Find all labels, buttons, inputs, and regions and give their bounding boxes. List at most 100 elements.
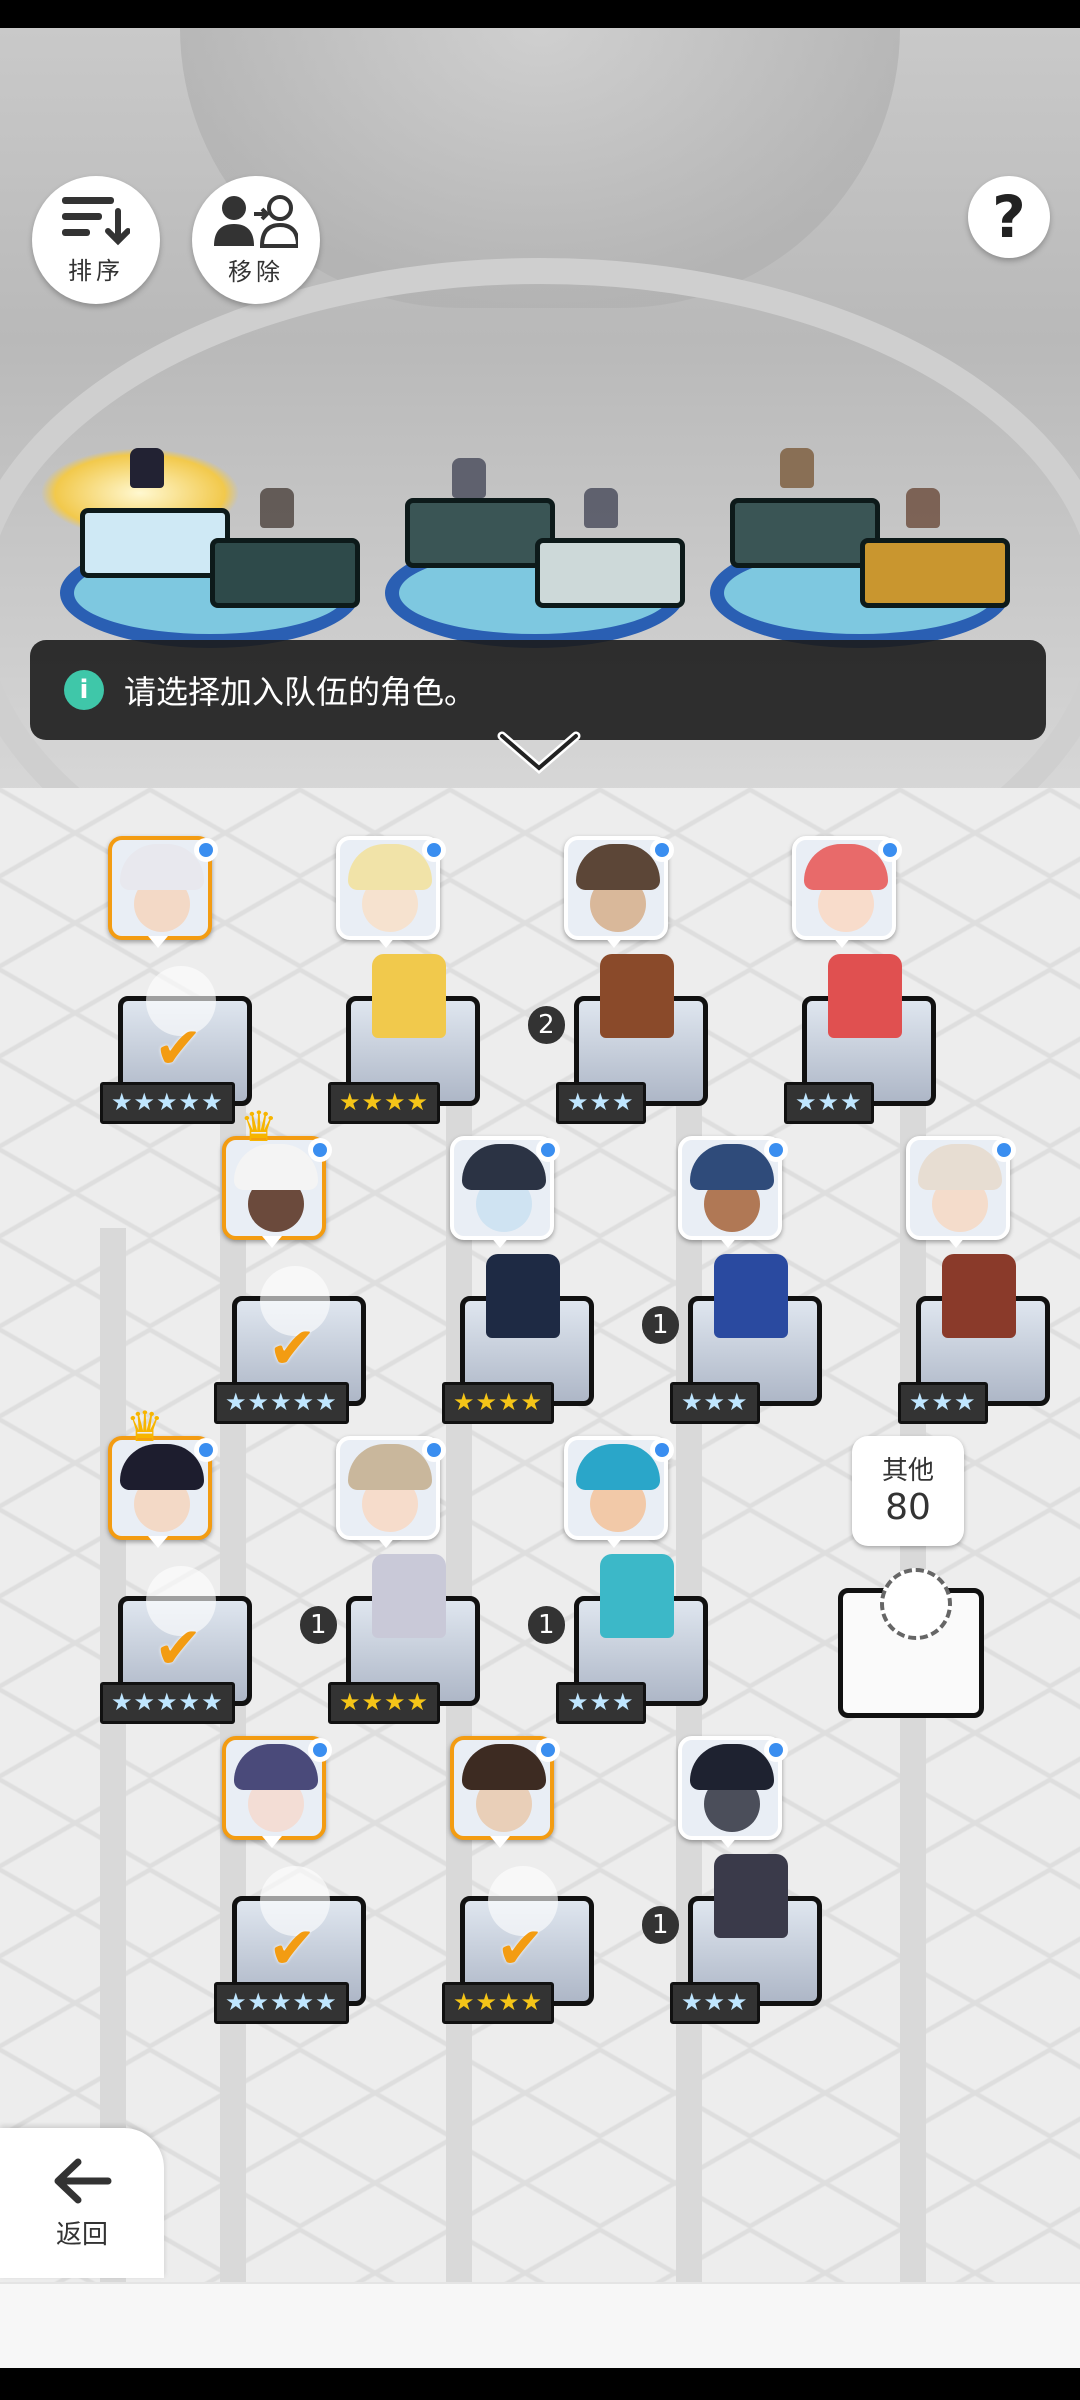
team-character-sprite bbox=[906, 488, 940, 528]
star-rating: ★★★★★ bbox=[214, 1982, 349, 2024]
character-sprite bbox=[372, 1554, 446, 1638]
info-icon: i bbox=[64, 670, 104, 710]
star-rating: ★★★ bbox=[670, 1382, 760, 1424]
team-platform bbox=[210, 538, 360, 608]
star-rating: ★★★★★ bbox=[214, 1382, 349, 1424]
team-character-sprite bbox=[130, 448, 164, 488]
sort-button[interactable]: 排序 bbox=[32, 176, 160, 304]
duplicate-count-badge: 1 bbox=[642, 1306, 679, 1344]
character-card[interactable]: 2 ★★★ bbox=[528, 836, 708, 1136]
character-sprite bbox=[486, 1254, 560, 1338]
portrait-hair bbox=[348, 844, 432, 890]
portrait-pointer bbox=[376, 936, 396, 948]
star-rating: ★★★ bbox=[670, 1982, 760, 2024]
portrait-hair bbox=[576, 844, 660, 890]
character-card[interactable]: ✔ ♛ ★★★★★ bbox=[204, 1102, 366, 1436]
new-badge-dot bbox=[650, 1438, 674, 1462]
character-card[interactable]: ✔ ♛ ★★★★★ bbox=[90, 1402, 252, 1736]
new-badge-dot bbox=[422, 1438, 446, 1462]
remove-button[interactable]: 移除 bbox=[192, 176, 320, 304]
portrait-pointer bbox=[604, 936, 624, 948]
star-rating: ★★★ bbox=[556, 1682, 646, 1724]
help-button[interactable]: ? bbox=[968, 176, 1050, 258]
bottom-bar bbox=[0, 2282, 1080, 2368]
character-sprite bbox=[714, 1854, 788, 1938]
character-card[interactable]: ✔ ★★★★★ bbox=[204, 1736, 366, 2036]
checkmark-icon: ✔ bbox=[268, 1914, 317, 1982]
character-card[interactable]: 1 ★★★ bbox=[642, 1136, 822, 1436]
portrait-pointer bbox=[718, 1836, 738, 1848]
sort-label: 排序 bbox=[68, 256, 124, 285]
new-badge-dot bbox=[536, 1138, 560, 1162]
team-character-sprite bbox=[452, 458, 486, 498]
portrait-hair bbox=[462, 1144, 546, 1190]
character-card[interactable]: ★★★★ bbox=[432, 1136, 594, 1436]
portrait-hair bbox=[690, 1744, 774, 1790]
star-rating: ★★★ bbox=[784, 1082, 874, 1124]
instruction-text: 请选择加入队伍的角色。 bbox=[124, 673, 477, 711]
new-badge-dot bbox=[308, 1738, 332, 1762]
new-badge-dot bbox=[878, 838, 902, 862]
team-platform bbox=[405, 498, 555, 568]
unknown-character-icon bbox=[880, 1568, 952, 1640]
sort-icon bbox=[62, 196, 130, 245]
character-sprite bbox=[828, 954, 902, 1038]
star-rating: ★★★★ bbox=[328, 1082, 441, 1124]
portrait-hair bbox=[120, 844, 204, 890]
chevron-down-icon[interactable] bbox=[494, 728, 584, 778]
duplicate-count-badge: 1 bbox=[300, 1606, 337, 1644]
arrow-left-icon bbox=[54, 2158, 112, 2203]
new-badge-dot bbox=[992, 1138, 1016, 1162]
portrait-hair bbox=[576, 1444, 660, 1490]
character-card[interactable]: 1 ★★★ bbox=[528, 1436, 708, 1736]
duplicate-count-badge: 1 bbox=[642, 1906, 679, 1944]
portrait-pointer bbox=[376, 1536, 396, 1548]
portrait-pointer bbox=[946, 1236, 966, 1248]
team-character-sprite bbox=[260, 488, 294, 528]
team-platform bbox=[730, 498, 880, 568]
team-platform bbox=[535, 538, 685, 608]
star-rating: ★★★ bbox=[556, 1082, 646, 1124]
new-badge-dot bbox=[308, 1138, 332, 1162]
star-rating: ★★★★★ bbox=[100, 1082, 235, 1124]
help-icon: ? bbox=[992, 183, 1026, 251]
character-card[interactable]: ✔ ★★★★★ bbox=[90, 836, 252, 1136]
portrait-hair bbox=[462, 1744, 546, 1790]
new-badge-dot bbox=[422, 838, 446, 862]
duplicate-count-badge: 1 bbox=[528, 1606, 565, 1644]
other-count: 80 bbox=[885, 1487, 931, 1528]
other-characters-bubble[interactable]: 其他 80 bbox=[852, 1436, 964, 1546]
checkmark-icon: ✔ bbox=[154, 1014, 203, 1082]
portrait-pointer bbox=[832, 936, 852, 948]
star-rating: ★★★★ bbox=[442, 1382, 555, 1424]
portrait-hair bbox=[234, 1744, 318, 1790]
portrait-hair bbox=[348, 1444, 432, 1490]
checkmark-icon: ✔ bbox=[154, 1614, 203, 1682]
character-card[interactable]: ★★★★ bbox=[318, 836, 480, 1136]
team-character-sprite bbox=[780, 448, 814, 488]
star-rating: ★★★★★ bbox=[100, 1682, 235, 1724]
portrait-hair bbox=[690, 1144, 774, 1190]
portrait-pointer bbox=[148, 936, 168, 948]
duplicate-count-badge: 2 bbox=[528, 1006, 565, 1044]
character-card[interactable]: ★★★ bbox=[888, 1136, 1050, 1436]
star-rating: ★★★★ bbox=[442, 1982, 555, 2024]
character-card[interactable]: ★★★ bbox=[774, 836, 936, 1136]
new-badge-dot bbox=[194, 1438, 218, 1462]
new-badge-dot bbox=[194, 838, 218, 862]
portrait-pointer bbox=[604, 1536, 624, 1548]
remove-member-icon bbox=[214, 194, 298, 248]
portrait-pointer bbox=[262, 1236, 282, 1248]
character-card[interactable]: 1 ★★★★ bbox=[300, 1436, 480, 1736]
instruction-banner: i 请选择加入队伍的角色。 bbox=[30, 640, 1046, 740]
character-sprite bbox=[942, 1254, 1016, 1338]
crown-icon: ♛ bbox=[126, 1402, 164, 1451]
portrait-pointer bbox=[262, 1836, 282, 1848]
character-card[interactable]: 1 ★★★ bbox=[642, 1736, 822, 2036]
portrait-pointer bbox=[718, 1236, 738, 1248]
character-card[interactable]: ✔ ★★★★ bbox=[432, 1736, 594, 2036]
back-button[interactable]: 返回 bbox=[0, 2128, 164, 2278]
new-badge-dot bbox=[764, 1138, 788, 1162]
other-label: 其他 bbox=[881, 1456, 934, 1486]
character-sprite bbox=[600, 1554, 674, 1638]
